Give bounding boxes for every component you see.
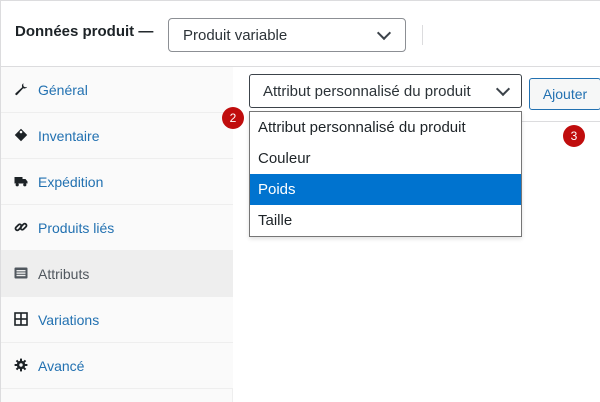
- link-icon: [14, 222, 28, 232]
- product-data-panel: Données produit — Produit variable Génér…: [0, 0, 600, 402]
- attribute-dropdown-list: Attribut personnalisé du produit Couleur…: [249, 111, 522, 237]
- tab-label: Général: [38, 82, 88, 98]
- tab-label: Variations: [38, 312, 100, 328]
- tag-icon: [14, 128, 28, 142]
- tab-shipping[interactable]: Expédition: [1, 159, 233, 205]
- tab-label: Inventaire: [38, 128, 100, 144]
- add-attribute-button[interactable]: Ajouter: [529, 78, 600, 110]
- panel-title: Données produit —: [15, 23, 154, 40]
- toolbar-divider: [522, 121, 600, 122]
- attribute-select-value: Attribut personnalisé du produit: [263, 83, 471, 100]
- tab-inventory[interactable]: Inventaire: [1, 113, 233, 159]
- product-type-select[interactable]: Produit variable: [168, 18, 406, 52]
- option-couleur[interactable]: Couleur: [250, 143, 521, 174]
- option-poids[interactable]: Poids: [250, 174, 521, 205]
- chevron-down-icon: [376, 25, 392, 41]
- tab-label: Attributs: [38, 266, 90, 282]
- tab-advanced[interactable]: Avancé: [1, 343, 233, 389]
- tab-label: Produits liés: [38, 220, 115, 236]
- tab-label: Avancé: [38, 358, 85, 374]
- option-custom-attribute[interactable]: Attribut personnalisé du produit: [250, 112, 521, 143]
- header-divider: [422, 25, 423, 45]
- chevron-down-icon: [495, 81, 511, 97]
- step-badge-2: 2: [222, 107, 244, 129]
- tab-attributes[interactable]: Attributs: [1, 251, 233, 297]
- attribute-taxonomy-select[interactable]: Attribut personnalisé du produit: [249, 74, 522, 108]
- option-taille[interactable]: Taille: [250, 205, 521, 236]
- gear-icon: [14, 358, 28, 372]
- tab-general[interactable]: Général: [1, 67, 233, 113]
- step-badge-3: 3: [563, 125, 585, 147]
- product-data-tabs: Général Inventaire Expédition Produits l…: [1, 67, 233, 402]
- wrench-icon: [15, 83, 28, 96]
- truck-icon: [14, 177, 28, 187]
- tab-label: Expédition: [38, 174, 104, 190]
- grid-icon: [14, 312, 28, 326]
- list-icon: [14, 267, 28, 279]
- tab-variations[interactable]: Variations: [1, 297, 233, 343]
- product-type-value: Produit variable: [183, 27, 288, 44]
- tab-linked-products[interactable]: Produits liés: [1, 205, 233, 251]
- product-data-header: Données produit — Produit variable: [1, 1, 600, 67]
